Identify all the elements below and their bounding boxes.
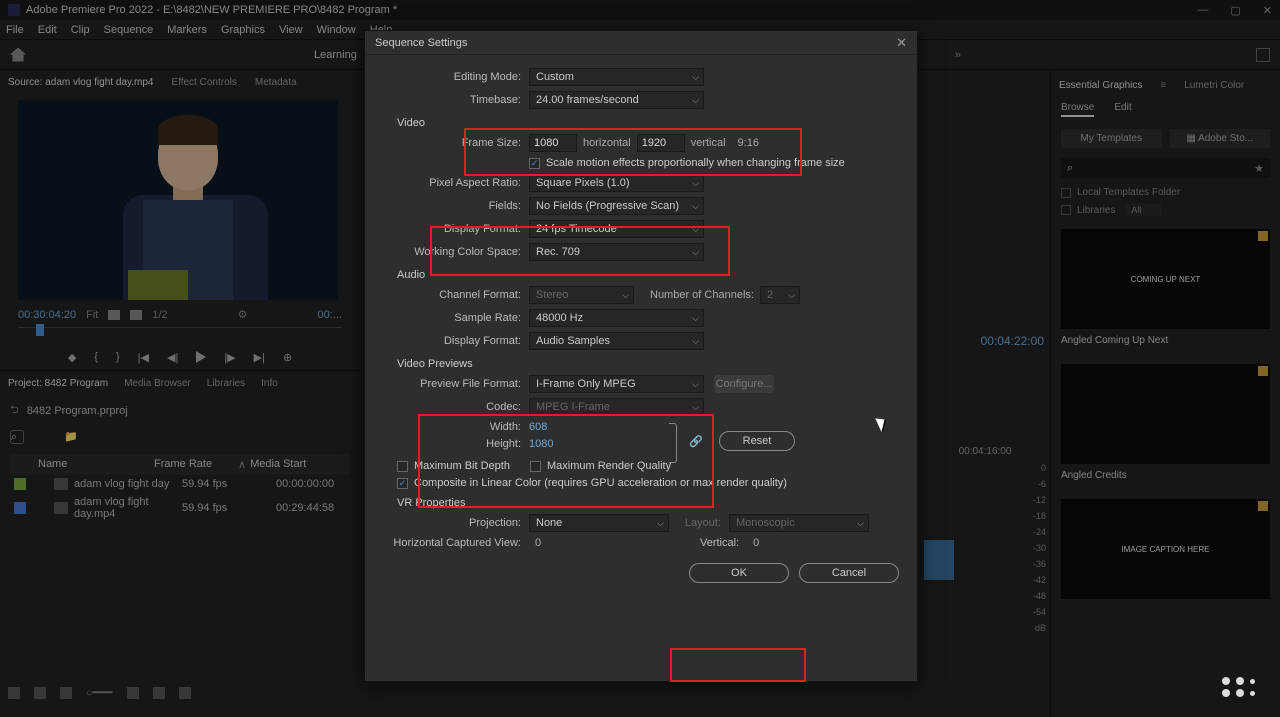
- frame-width-input[interactable]: 1080: [529, 134, 577, 152]
- cancel-button[interactable]: Cancel: [799, 563, 899, 583]
- channel-format-dropdown: Stereo: [529, 286, 634, 304]
- editing-mode-dropdown[interactable]: Custom: [529, 68, 704, 86]
- reset-button[interactable]: Reset: [719, 431, 795, 451]
- timebase-dropdown[interactable]: 24.00 frames/second: [529, 91, 704, 109]
- link-icon[interactable]: 🔗: [689, 435, 703, 448]
- display-format-dropdown[interactable]: 24 fps Timecode: [529, 220, 704, 238]
- dialog-title: Sequence Settings: [375, 37, 467, 49]
- color-space-label: Working Color Space:: [379, 246, 529, 258]
- audio-display-format-dropdown[interactable]: Audio Samples: [529, 332, 704, 350]
- frame-size-label: Frame Size:: [379, 137, 529, 149]
- scale-effects-checkbox[interactable]: ✓: [529, 158, 540, 169]
- codec-dropdown: MPEG I-Frame: [529, 398, 704, 416]
- par-dropdown[interactable]: Square Pixels (1.0): [529, 174, 704, 192]
- display-format-label: Display Format:: [379, 223, 529, 235]
- preview-width-value[interactable]: 608: [529, 421, 547, 433]
- fields-dropdown[interactable]: No Fields (Progressive Scan): [529, 197, 704, 215]
- mouse-cursor-icon: [878, 416, 890, 432]
- layout-dropdown: Monoscopic: [729, 514, 869, 532]
- layout-label: Layout:: [669, 517, 729, 529]
- projection-label: Projection:: [379, 517, 529, 529]
- vr-section-header: VR Properties: [379, 497, 903, 509]
- fields-label: Fields:: [379, 200, 529, 212]
- max-bit-depth-label: Maximum Bit Depth: [414, 460, 510, 472]
- dialog-close-icon[interactable]: ✕: [896, 35, 907, 51]
- link-bracket-icon: [669, 423, 677, 463]
- preview-format-label: Preview File Format:: [379, 378, 529, 390]
- aspect-ratio-value: 9:16: [732, 137, 765, 149]
- sample-rate-label: Sample Rate:: [379, 312, 529, 324]
- horizontal-label: horizontal: [577, 137, 637, 149]
- max-render-quality-checkbox[interactable]: [530, 461, 541, 472]
- ok-button[interactable]: OK: [689, 563, 789, 583]
- max-bit-depth-checkbox[interactable]: [397, 461, 408, 472]
- sample-rate-dropdown[interactable]: 48000 Hz: [529, 309, 704, 327]
- frame-height-input[interactable]: 1920: [637, 134, 685, 152]
- num-channels-dropdown: 2: [760, 286, 800, 304]
- color-space-dropdown[interactable]: Rec. 709: [529, 243, 704, 261]
- preview-height-label: Height:: [379, 438, 529, 450]
- max-render-quality-label: Maximum Render Quality: [547, 460, 671, 472]
- audio-display-format-label: Display Format:: [379, 335, 529, 347]
- video-previews-section-header: Video Previews: [379, 358, 903, 370]
- composite-linear-label: Composite in Linear Color (requires GPU …: [414, 477, 787, 489]
- hcv-label: Horizontal Captured View:: [379, 537, 529, 549]
- scale-effects-label: Scale motion effects proportionally when…: [546, 157, 845, 169]
- sequence-settings-dialog: Sequence Settings ✕ Editing Mode: Custom…: [364, 30, 918, 682]
- watermark-logo: [1222, 677, 1260, 697]
- audio-section-header: Audio: [379, 269, 903, 281]
- preview-height-value[interactable]: 1080: [529, 438, 553, 450]
- preview-width-label: Width:: [379, 421, 529, 433]
- configure-button: Configure...: [714, 375, 774, 393]
- codec-label: Codec:: [379, 401, 529, 413]
- composite-linear-checkbox[interactable]: ✓: [397, 478, 408, 489]
- preview-format-dropdown[interactable]: I-Frame Only MPEG: [529, 375, 704, 393]
- timebase-label: Timebase:: [379, 94, 529, 106]
- vcv-label: Vertical:: [547, 537, 747, 549]
- hcv-value: 0: [529, 537, 547, 549]
- num-channels-label: Number of Channels:: [644, 289, 760, 301]
- projection-dropdown[interactable]: None: [529, 514, 669, 532]
- channel-format-label: Channel Format:: [379, 289, 529, 301]
- vertical-label: vertical: [685, 137, 732, 149]
- editing-mode-label: Editing Mode:: [379, 71, 529, 83]
- par-label: Pixel Aspect Ratio:: [379, 177, 529, 189]
- video-section-header: Video: [379, 117, 903, 129]
- vcv-value: 0: [747, 537, 765, 549]
